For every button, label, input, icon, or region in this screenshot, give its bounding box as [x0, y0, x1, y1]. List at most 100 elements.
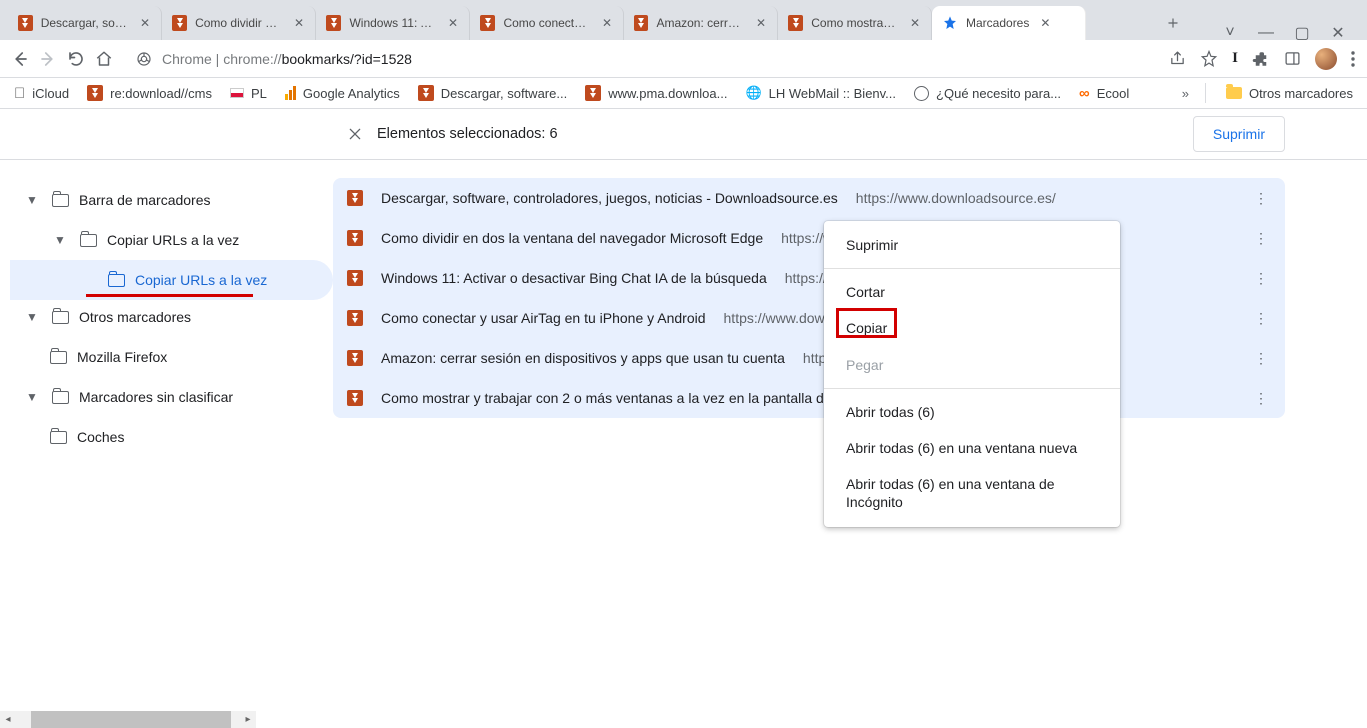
- bookbar-item[interactable]: Google Analytics: [281, 86, 404, 101]
- star-icon[interactable]: [1200, 50, 1218, 68]
- bookbar-item-label: Google Analytics: [303, 86, 400, 101]
- site-favicon: [347, 190, 363, 206]
- bookmark-row[interactable]: Descargar, software, controladores, jueg…: [333, 178, 1285, 218]
- site-favicon: [788, 15, 803, 31]
- sidepanel-icon[interactable]: [1284, 50, 1301, 67]
- tab-close-icon[interactable]: ✕: [291, 15, 307, 31]
- browser-tab[interactable]: Como conectar y✕: [470, 6, 624, 40]
- back-button[interactable]: [6, 45, 34, 73]
- reload-icon: [67, 50, 85, 68]
- tab-close-icon[interactable]: ✕: [907, 15, 923, 31]
- close-window-button[interactable]: ✕: [1331, 26, 1345, 40]
- kebab-menu-icon[interactable]: [1351, 51, 1355, 67]
- browser-tab[interactable]: Descargar, softwa ✕: [8, 6, 162, 40]
- forward-button[interactable]: [34, 45, 62, 73]
- bookbar-item[interactable]: ∞Ecool: [1075, 85, 1133, 102]
- tree-folder[interactable]: Coches: [10, 417, 333, 457]
- chevron-down-icon[interactable]: ▼: [22, 310, 42, 324]
- window-controls: ˅ — ▢ ✕: [1193, 20, 1367, 40]
- browser-tab[interactable]: Como mostrar y t✕: [778, 6, 932, 40]
- bookbar-item[interactable]: PL: [226, 86, 271, 101]
- menu-separator: [824, 388, 1120, 389]
- chevron-down-icon[interactable]: ▼: [50, 233, 70, 247]
- arrow-right-icon: [39, 50, 57, 68]
- new-tab-button[interactable]: [1159, 9, 1187, 37]
- horizontal-scrollbar[interactable]: ◂ ▸: [0, 711, 256, 728]
- bookbar-item[interactable]: www.pma.downloa...: [581, 85, 731, 101]
- maximize-button[interactable]: ▢: [1295, 26, 1309, 40]
- bookmark-more-icon[interactable]: ⋮: [1251, 390, 1271, 407]
- menu-item[interactable]: Abrir todas (6) en una ventana de Incógn…: [824, 466, 1120, 520]
- site-favicon: [172, 15, 187, 31]
- tree-folder[interactable]: ▼Marcadores sin clasificar: [10, 377, 333, 417]
- scroll-track[interactable]: [16, 711, 240, 728]
- chrome-icon: [136, 51, 152, 67]
- folder-label: Copiar URLs a la vez: [135, 272, 267, 288]
- tree-folder[interactable]: ▼ Copiar URLs a la vez: [10, 220, 333, 260]
- profile-avatar[interactable]: [1315, 48, 1337, 70]
- share-icon[interactable]: [1169, 50, 1186, 67]
- tree-folder[interactable]: ▼Barra de marcadores: [10, 180, 333, 220]
- tab-close-icon[interactable]: ✕: [599, 15, 615, 31]
- tab-label: Descargar, softwa: [41, 16, 129, 30]
- caret-down-icon[interactable]: ˅: [1223, 26, 1237, 40]
- menu-item[interactable]: Cortar: [824, 274, 1120, 310]
- bookmark-row[interactable]: Como dividir en dos la ventana del naveg…: [333, 218, 1285, 258]
- reload-button[interactable]: [62, 45, 90, 73]
- scroll-left-icon[interactable]: ◂: [0, 714, 16, 725]
- tab-close-icon[interactable]: ✕: [137, 15, 153, 31]
- menu-item[interactable]: Suprimir: [824, 227, 1120, 263]
- bookmark-more-icon[interactable]: ⋮: [1251, 230, 1271, 247]
- bookmark-more-icon[interactable]: ⋮: [1251, 310, 1271, 327]
- bookmark-row[interactable]: Como mostrar y trabajar con 2 o más vent…: [333, 378, 1285, 418]
- folder-icon: [52, 391, 69, 404]
- other-bookmarks-button[interactable]: Otros marcadores: [1222, 86, 1357, 101]
- selection-actions: Suprimir: [1193, 116, 1285, 152]
- minimize-button[interactable]: —: [1259, 26, 1273, 40]
- bookmark-more-icon[interactable]: ⋮: [1251, 190, 1271, 207]
- context-menu: SuprimirCortarCopiarPegarAbrir todas (6)…: [824, 221, 1120, 527]
- divider: [1205, 83, 1206, 103]
- site-favicon: [347, 270, 363, 286]
- extensions-icon[interactable]: [1252, 50, 1270, 68]
- bookmark-row[interactable]: Amazon: cerrar sesión en dispositivos y …: [333, 338, 1285, 378]
- browser-tab[interactable]: Como dividir en d✕: [162, 6, 316, 40]
- browser-tab[interactable]: Windows 11: Acti✕: [316, 6, 470, 40]
- bookmark-star-icon: [942, 15, 958, 31]
- bookbar-item[interactable]: 🌐LH WebMail :: Bienv...: [741, 85, 900, 101]
- bookmark-title: Como conectar y usar AirTag en tu iPhone…: [381, 310, 706, 326]
- clear-selection-button[interactable]: [333, 126, 377, 142]
- suppress-button[interactable]: Suprimir: [1193, 116, 1285, 152]
- home-icon: [95, 50, 113, 68]
- tree-folder[interactable]: ▼Otros marcadores: [10, 297, 333, 337]
- bookmark-row[interactable]: Windows 11: Activar o desactivar Bing Ch…: [333, 258, 1285, 298]
- bookbar-item[interactable]: ¿Qué necesito para...: [910, 86, 1065, 101]
- bookbar-item-label: iCloud: [32, 86, 69, 101]
- chevron-down-icon[interactable]: ▼: [22, 193, 42, 207]
- bookmark-more-icon[interactable]: ⋮: [1251, 270, 1271, 287]
- menu-item[interactable]: Abrir todas (6): [824, 394, 1120, 430]
- bookbar-overflow-icon[interactable]: »: [1182, 86, 1189, 101]
- site-favicon: [585, 85, 601, 101]
- scroll-right-icon[interactable]: ▸: [240, 714, 256, 725]
- bookbar-item[interactable]: re:download//cms: [83, 85, 216, 101]
- browser-tab[interactable]: Marcadores✕: [932, 6, 1086, 40]
- home-button[interactable]: [90, 45, 118, 73]
- tree-folder[interactable]: Mozilla Firefox: [10, 337, 333, 377]
- bookbar-item[interactable]: Descargar, software...: [414, 85, 571, 101]
- site-favicon: [480, 15, 495, 31]
- chevron-down-icon[interactable]: ▼: [22, 390, 42, 404]
- scroll-thumb[interactable]: [31, 711, 231, 728]
- menu-item[interactable]: Abrir todas (6) en una ventana nueva: [824, 430, 1120, 466]
- tab-close-icon[interactable]: ✕: [753, 15, 769, 31]
- browser-tab[interactable]: Amazon: cerrar se✕: [624, 6, 778, 40]
- reading-mode-icon[interactable]: I: [1232, 50, 1238, 67]
- tab-close-icon[interactable]: ✕: [445, 15, 461, 31]
- omnibox[interactable]: Chrome | chrome://bookmarks/?id=1528: [126, 45, 1155, 73]
- bookmark-row[interactable]: Como conectar y usar AirTag en tu iPhone…: [333, 298, 1285, 338]
- bookmark-more-icon[interactable]: ⋮: [1251, 350, 1271, 367]
- tab-close-icon[interactable]: ✕: [1037, 15, 1053, 31]
- folder-label: Copiar URLs a la vez: [107, 232, 239, 248]
- bookbar-item[interactable]: iCloud: [10, 85, 73, 102]
- menu-item[interactable]: Copiar: [824, 310, 1120, 346]
